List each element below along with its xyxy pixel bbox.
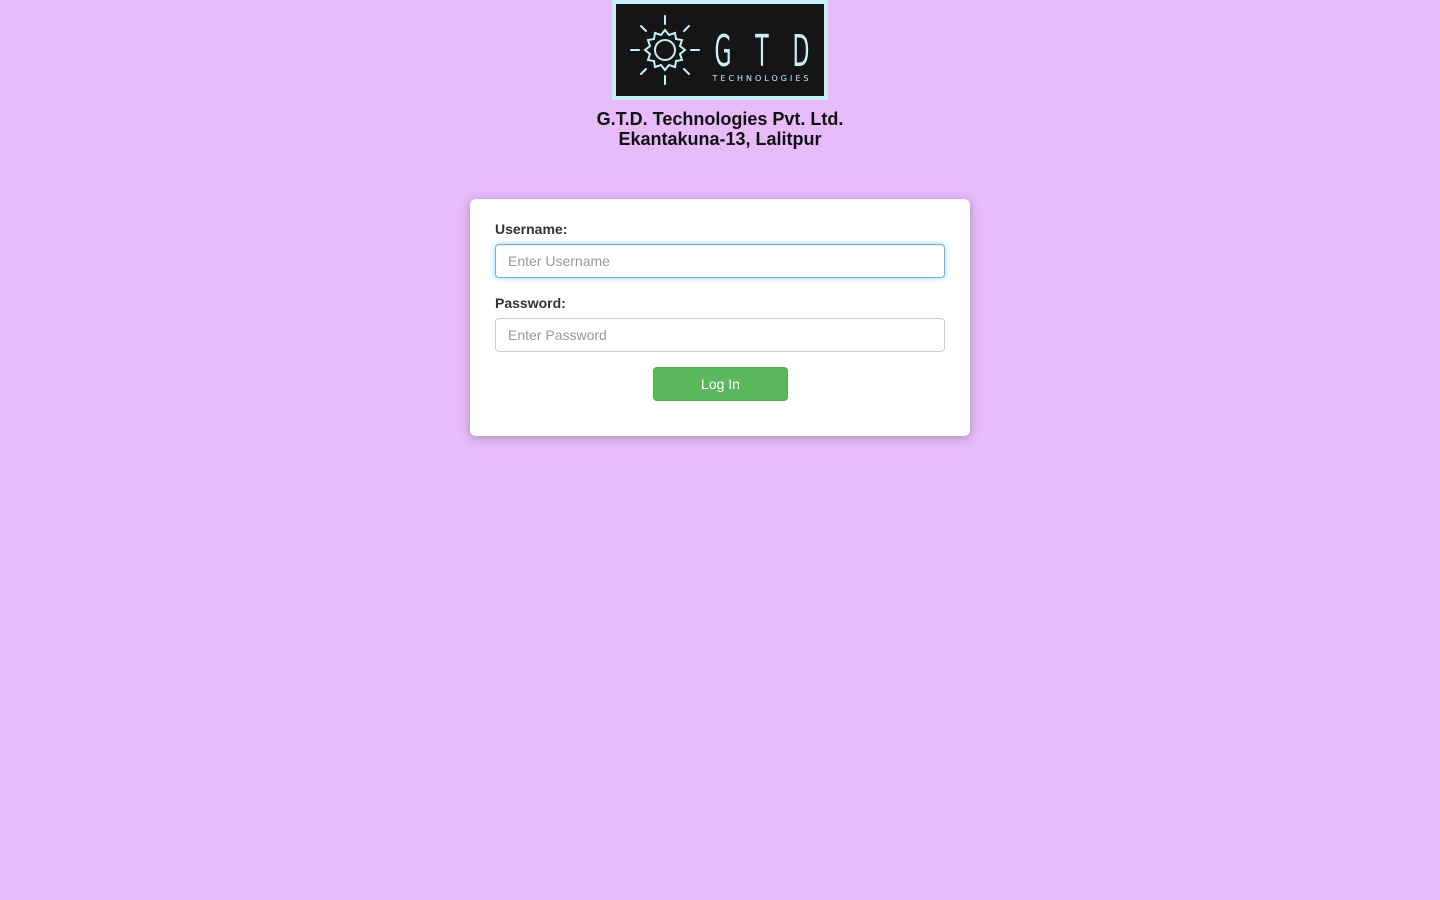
company-header: G.T.D. Technologies Pvt. Ltd. Ekantakuna… [0, 109, 1440, 149]
logo-subtext: TECHNOLOGIES [712, 74, 812, 83]
password-input[interactable] [495, 318, 945, 352]
logo-panel: G T D TECHNOLOGIES [616, 4, 824, 96]
login-button[interactable]: Log In [653, 367, 788, 401]
company-address: Ekantakuna-13, Lalitpur [618, 129, 822, 149]
logo-wordmark: G T D TECHNOLOGIES [712, 27, 812, 83]
logo-letter-g: G [714, 27, 731, 78]
company-logo: G T D TECHNOLOGIES [612, 0, 828, 100]
logo-letter-d: D [793, 27, 810, 78]
password-label: Password: [495, 295, 566, 311]
logo-letter-t: T [755, 27, 770, 78]
username-label: Username: [495, 221, 568, 237]
username-input[interactable] [495, 244, 945, 278]
company-name: G.T.D. Technologies Pvt. Ltd. [596, 109, 844, 129]
login-card: Username: Password: Log In [470, 199, 970, 436]
